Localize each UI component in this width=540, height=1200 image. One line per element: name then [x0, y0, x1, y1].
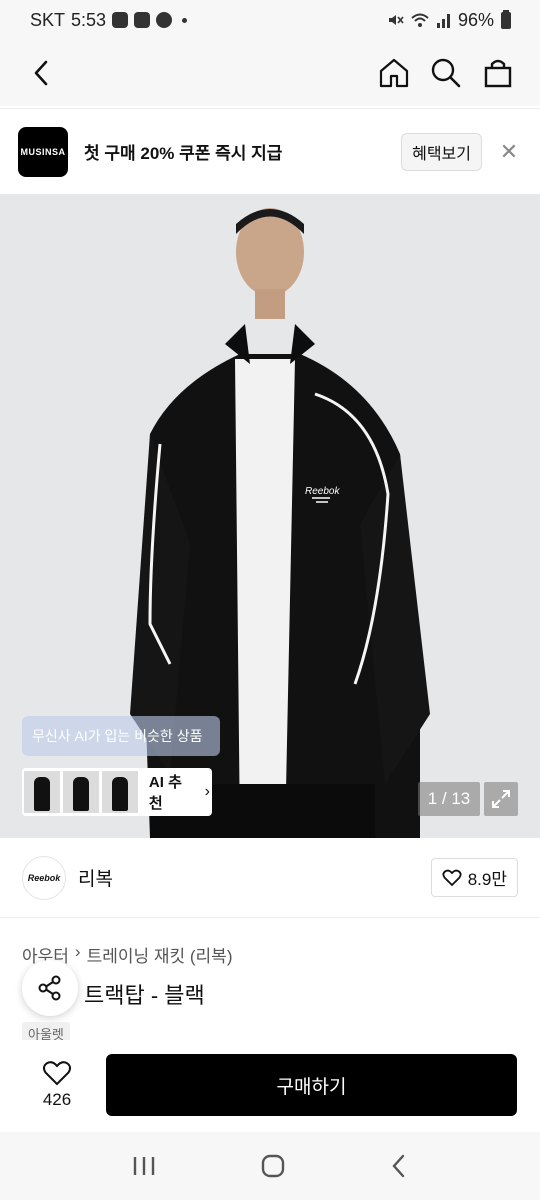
status-bar: SKT 5:53 96%	[0, 0, 540, 40]
ai-recommend-strip[interactable]: AI 추천 ›	[22, 768, 212, 816]
breadcrumb-separator-icon: ›	[74, 942, 81, 961]
expand-button[interactable]	[484, 782, 518, 816]
more-notifications-icon	[182, 17, 188, 23]
shopping-bag-icon	[484, 59, 512, 88]
mute-icon	[388, 15, 404, 25]
carrier-label: SKT	[30, 9, 66, 30]
breadcrumb-item[interactable]: 트레이닝 재킷 (리복)	[87, 942, 233, 967]
signal-icon	[436, 14, 450, 28]
search-icon	[431, 58, 461, 88]
recommend-thumbnail[interactable]	[62, 771, 99, 813]
heart-icon	[442, 869, 462, 886]
brand-like-button[interactable]: 8.9만	[430, 858, 518, 897]
clock: 5:53	[71, 9, 107, 30]
status-right: 96%	[386, 10, 512, 31]
share-button[interactable]	[22, 960, 78, 1016]
recommend-thumbnail[interactable]	[24, 771, 60, 813]
battery-icon	[501, 10, 511, 29]
system-nav-bar	[0, 1132, 540, 1200]
recommend-thumbnail[interactable]	[101, 771, 138, 813]
home-nav-icon[interactable]	[260, 1153, 286, 1179]
wifi-icon	[411, 13, 429, 27]
cart-button[interactable]	[478, 53, 518, 93]
ai-similar-banner[interactable]: 무신사 AI가 입는 비슷한 상품	[22, 716, 220, 756]
buy-button[interactable]: 구매하기	[106, 1054, 517, 1116]
back-nav-icon[interactable]	[389, 1153, 409, 1179]
wishlist-button[interactable]: 426	[22, 1060, 92, 1110]
sync-notification-icon	[156, 12, 173, 28]
bottom-purchase-bar: 426 구매하기	[0, 1040, 540, 1130]
promo-text: 첫 구매 20% 쿠폰 즉시 지급	[84, 144, 283, 163]
header-actions	[374, 53, 518, 93]
svg-text:Reebok: Reebok	[305, 486, 340, 497]
promo-banner: MUSINSA 첫 구매 20% 쿠폰 즉시 지급 혜택보기 ✕	[0, 108, 540, 194]
close-icon[interactable]: ✕	[496, 139, 522, 165]
musinsa-logo: MUSINSA	[18, 126, 68, 177]
product-title: 트랙탑 - 블랙	[84, 983, 205, 1008]
chevron-left-icon	[34, 60, 48, 86]
brand-name[interactable]: 리복	[78, 864, 113, 891]
brand-row[interactable]: Reebok 리복 8.9만	[0, 838, 540, 918]
recent-apps-icon[interactable]	[131, 1154, 157, 1178]
view-benefits-button[interactable]: 혜택보기	[401, 132, 482, 171]
talk-notification-icon	[112, 12, 129, 28]
app-notification-icon	[134, 12, 151, 28]
product-image-gallery[interactable]: Reebok 무신사 AI가 입는 비슷한 상품 AI 추천 › 1 / 13	[0, 194, 540, 838]
share-icon	[38, 975, 61, 1001]
status-left: SKT 5:53	[30, 10, 386, 31]
chevron-right-icon: ›	[204, 783, 210, 800]
search-button[interactable]	[426, 53, 466, 93]
home-icon	[379, 58, 409, 88]
wishlist-count: 426	[42, 1090, 72, 1109]
brand-like-count: 8.9만	[467, 870, 507, 889]
expand-icon	[492, 790, 510, 808]
heart-icon	[43, 1061, 71, 1086]
ai-recommend-label: AI 추천	[148, 774, 182, 812]
home-button[interactable]	[374, 53, 414, 93]
brand-logo[interactable]: Reebok	[22, 855, 66, 900]
back-button[interactable]	[22, 53, 62, 93]
app-header	[0, 40, 540, 106]
image-counter: 1 / 13	[418, 782, 480, 816]
battery-percent: 96%	[457, 9, 494, 30]
